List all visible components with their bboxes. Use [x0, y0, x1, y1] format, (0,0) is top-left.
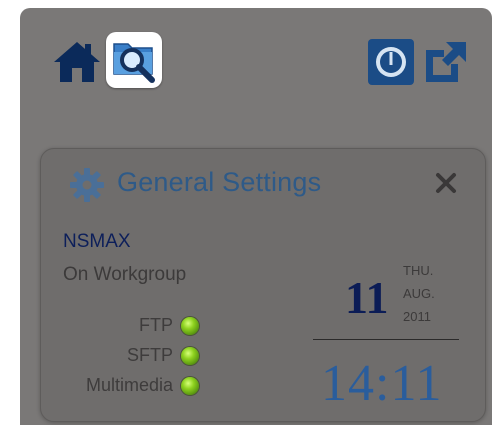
gear-icon	[70, 168, 104, 202]
date-weekday: THU.	[403, 263, 434, 278]
status-led-icon	[181, 347, 199, 365]
service-row-multimedia: Multimedia	[41, 373, 211, 399]
home-button[interactable]	[52, 38, 102, 86]
external-link-icon	[426, 42, 466, 82]
window: General Settings NSMAX On Workgroup FTP …	[0, 0, 500, 425]
home-icon	[54, 42, 100, 82]
power-button[interactable]	[367, 38, 415, 86]
service-label: Multimedia	[85, 375, 173, 395]
clock-time: 14:11	[321, 355, 443, 412]
date-year: 2011	[403, 309, 431, 324]
divider	[313, 339, 459, 340]
date-month: AUG.	[403, 286, 435, 301]
power-icon	[368, 39, 414, 85]
general-settings-widget: General Settings NSMAX On Workgroup FTP …	[40, 148, 486, 422]
service-row-ftp: FTP	[41, 313, 211, 339]
widget-header: General Settings	[41, 149, 485, 209]
folder-search-icon	[113, 43, 155, 83]
close-icon[interactable]	[434, 171, 458, 195]
external-link-button[interactable]	[420, 38, 470, 88]
service-row-sftp: SFTP	[41, 343, 211, 369]
service-label: SFTP	[126, 345, 173, 365]
workgroup-status: On Workgroup	[63, 264, 187, 285]
service-label: FTP	[139, 315, 173, 335]
folder-search-button[interactable]	[106, 32, 162, 88]
status-led-icon	[181, 317, 199, 335]
date-day: 11	[345, 272, 389, 323]
status-led-icon	[181, 377, 199, 395]
widget-title: General Settings	[117, 167, 322, 197]
hostname: NSMAX	[63, 231, 131, 252]
